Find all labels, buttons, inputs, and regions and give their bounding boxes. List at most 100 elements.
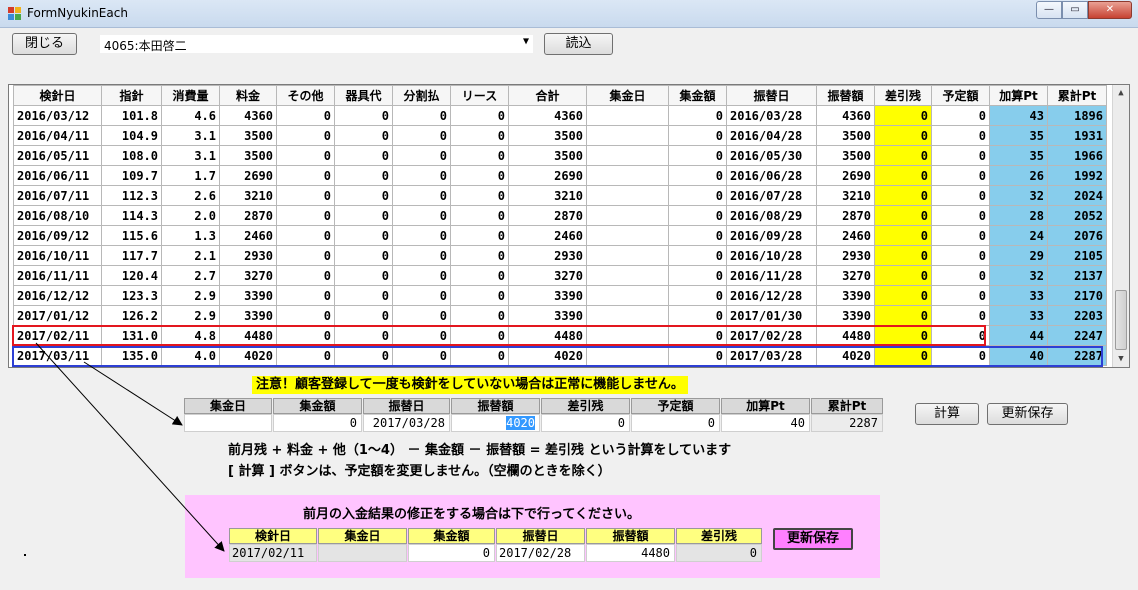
grid-cell[interactable]: 0 [668, 245, 727, 266]
grid-cell[interactable]: 123.3 [101, 285, 162, 306]
column-header[interactable]: 差引残 [874, 85, 932, 106]
grid-cell[interactable]: 2460 [508, 225, 587, 246]
grid-cell[interactable]: 131.0 [101, 325, 162, 346]
grid-cell[interactable]: 0 [450, 305, 509, 326]
grid-cell[interactable]: 0 [668, 125, 727, 146]
grid-cell[interactable]: 126.2 [101, 305, 162, 326]
summary-value-field[interactable]: 0 [273, 414, 362, 432]
grid-cell[interactable]: 3390 [508, 285, 587, 306]
summary-value-field[interactable] [184, 414, 272, 432]
column-header[interactable]: 予定額 [931, 85, 990, 106]
grid-cell[interactable]: 0 [334, 305, 393, 326]
grid-cell[interactable]: 2690 [816, 165, 875, 186]
grid-cell[interactable]: 1.7 [161, 165, 220, 186]
grid-cell[interactable]: 26 [989, 165, 1048, 186]
grid-cell[interactable]: 0 [334, 265, 393, 286]
grid-cell[interactable]: 0 [874, 285, 932, 306]
grid-cell[interactable]: 2.9 [161, 285, 220, 306]
grid-cell[interactable] [586, 105, 669, 126]
column-header[interactable]: 料金 [219, 85, 277, 106]
grid-cell[interactable]: 0 [450, 205, 509, 226]
grid-cell[interactable]: 0 [276, 205, 335, 226]
grid-cell[interactable] [586, 305, 669, 326]
grid-cell[interactable]: 2076 [1047, 225, 1107, 246]
grid-cell[interactable]: 2170 [1047, 285, 1107, 306]
grid-cell[interactable]: 0 [334, 205, 393, 226]
scrollbar-thumb[interactable] [1115, 290, 1127, 350]
fix-value-field[interactable]: 4480 [586, 544, 675, 562]
grid-cell[interactable]: 3390 [219, 305, 277, 326]
column-header[interactable]: リース [450, 85, 509, 106]
grid-cell[interactable]: 0 [668, 165, 727, 186]
table-row[interactable]: 2016/08/10 114.3 2.0 2870 0 0 0 0 2870 0 2016/08/2… [13, 205, 1107, 226]
grid-cell[interactable]: 2016/05/11 [13, 145, 102, 166]
grid-cell[interactable]: 2016/07/11 [13, 185, 102, 206]
grid-cell[interactable]: 0 [874, 165, 932, 186]
grid-cell[interactable]: 0 [276, 165, 335, 186]
grid-cell[interactable]: 1966 [1047, 145, 1107, 166]
grid-cell[interactable]: 2930 [219, 245, 277, 266]
grid-cell[interactable]: 4360 [219, 105, 277, 126]
grid-cell[interactable]: 4.0 [161, 345, 220, 366]
grid-cell[interactable]: 0 [931, 165, 990, 186]
grid-cell[interactable]: 4360 [816, 105, 875, 126]
column-header[interactable]: 器具代 [334, 85, 393, 106]
grid-cell[interactable]: 2016/06/11 [13, 165, 102, 186]
grid-cell[interactable]: 4020 [219, 345, 277, 366]
table-row[interactable]: 2016/11/11 120.4 2.7 3270 0 0 0 0 3270 0 2016/11/2… [13, 265, 1107, 286]
grid-cell[interactable]: 0 [668, 325, 727, 346]
grid-cell[interactable]: 0 [334, 105, 393, 126]
grid-cell[interactable]: 2052 [1047, 205, 1107, 226]
grid-cell[interactable]: 104.9 [101, 125, 162, 146]
grid-cell[interactable]: 3210 [508, 185, 587, 206]
fix-value-field[interactable]: 0 [408, 544, 495, 562]
grid-cell[interactable]: 0 [276, 185, 335, 206]
grid-cell[interactable]: 2.6 [161, 185, 220, 206]
grid-cell[interactable]: 4020 [816, 345, 875, 366]
table-row[interactable]: 2016/03/12 101.8 4.6 4360 0 0 0 0 4360 0 2016/03/2… [13, 105, 1107, 126]
grid-cell[interactable]: 2017/02/28 [726, 325, 817, 346]
grid-cell[interactable]: 3270 [508, 265, 587, 286]
grid-cell[interactable]: 0 [668, 205, 727, 226]
grid-cell[interactable]: 0 [392, 125, 451, 146]
grid-cell[interactable]: 0 [668, 305, 727, 326]
grid-cell[interactable]: 0 [874, 345, 932, 366]
grid-cell[interactable]: 115.6 [101, 225, 162, 246]
grid-cell[interactable]: 1931 [1047, 125, 1107, 146]
grid-cell[interactable]: 3500 [816, 145, 875, 166]
grid-cell[interactable]: 2017/01/12 [13, 305, 102, 326]
grid-cell[interactable]: 0 [874, 265, 932, 286]
grid-cell[interactable]: 0 [931, 245, 990, 266]
column-header[interactable]: 合計 [508, 85, 587, 106]
grid-cell[interactable]: 0 [334, 345, 393, 366]
grid-cell[interactable]: 135.0 [101, 345, 162, 366]
grid-cell[interactable]: 0 [392, 325, 451, 346]
grid-cell[interactable]: 0 [276, 125, 335, 146]
grid-cell[interactable]: 2016/03/28 [726, 105, 817, 126]
grid-cell[interactable]: 0 [668, 265, 727, 286]
grid-cell[interactable]: 44 [989, 325, 1048, 346]
grid-cell[interactable]: 3390 [816, 285, 875, 306]
grid-cell[interactable]: 3.1 [161, 125, 220, 146]
save-button[interactable]: 更新保存 [987, 403, 1068, 425]
grid-cell[interactable]: 0 [931, 145, 990, 166]
grid-cell[interactable]: 2016/09/28 [726, 225, 817, 246]
grid-cell[interactable]: 2105 [1047, 245, 1107, 266]
grid-cell[interactable]: 0 [276, 305, 335, 326]
grid-cell[interactable]: 0 [392, 225, 451, 246]
grid-cell[interactable]: 3500 [816, 125, 875, 146]
table-row[interactable]: 2017/02/11 131.0 4.8 4480 0 0 0 0 4480 0 2017/02/2… [13, 325, 1107, 346]
grid-cell[interactable]: 2690 [219, 165, 277, 186]
scroll-down-icon[interactable]: ▼ [1113, 351, 1129, 367]
grid-cell[interactable]: 2016/07/28 [726, 185, 817, 206]
grid-cell[interactable]: 0 [276, 265, 335, 286]
summary-value-field[interactable]: 2017/03/28 [363, 414, 450, 432]
column-header[interactable]: 検針日 [13, 85, 102, 106]
grid-cell[interactable]: 0 [276, 105, 335, 126]
customer-select[interactable]: 4065:本田啓二 ▼ [99, 34, 534, 54]
grid-cell[interactable]: 3210 [816, 185, 875, 206]
grid-cell[interactable]: 109.7 [101, 165, 162, 186]
summary-value-field[interactable]: 0 [541, 414, 630, 432]
grid-cell[interactable]: 0 [392, 185, 451, 206]
grid-cell[interactable]: 0 [276, 325, 335, 346]
